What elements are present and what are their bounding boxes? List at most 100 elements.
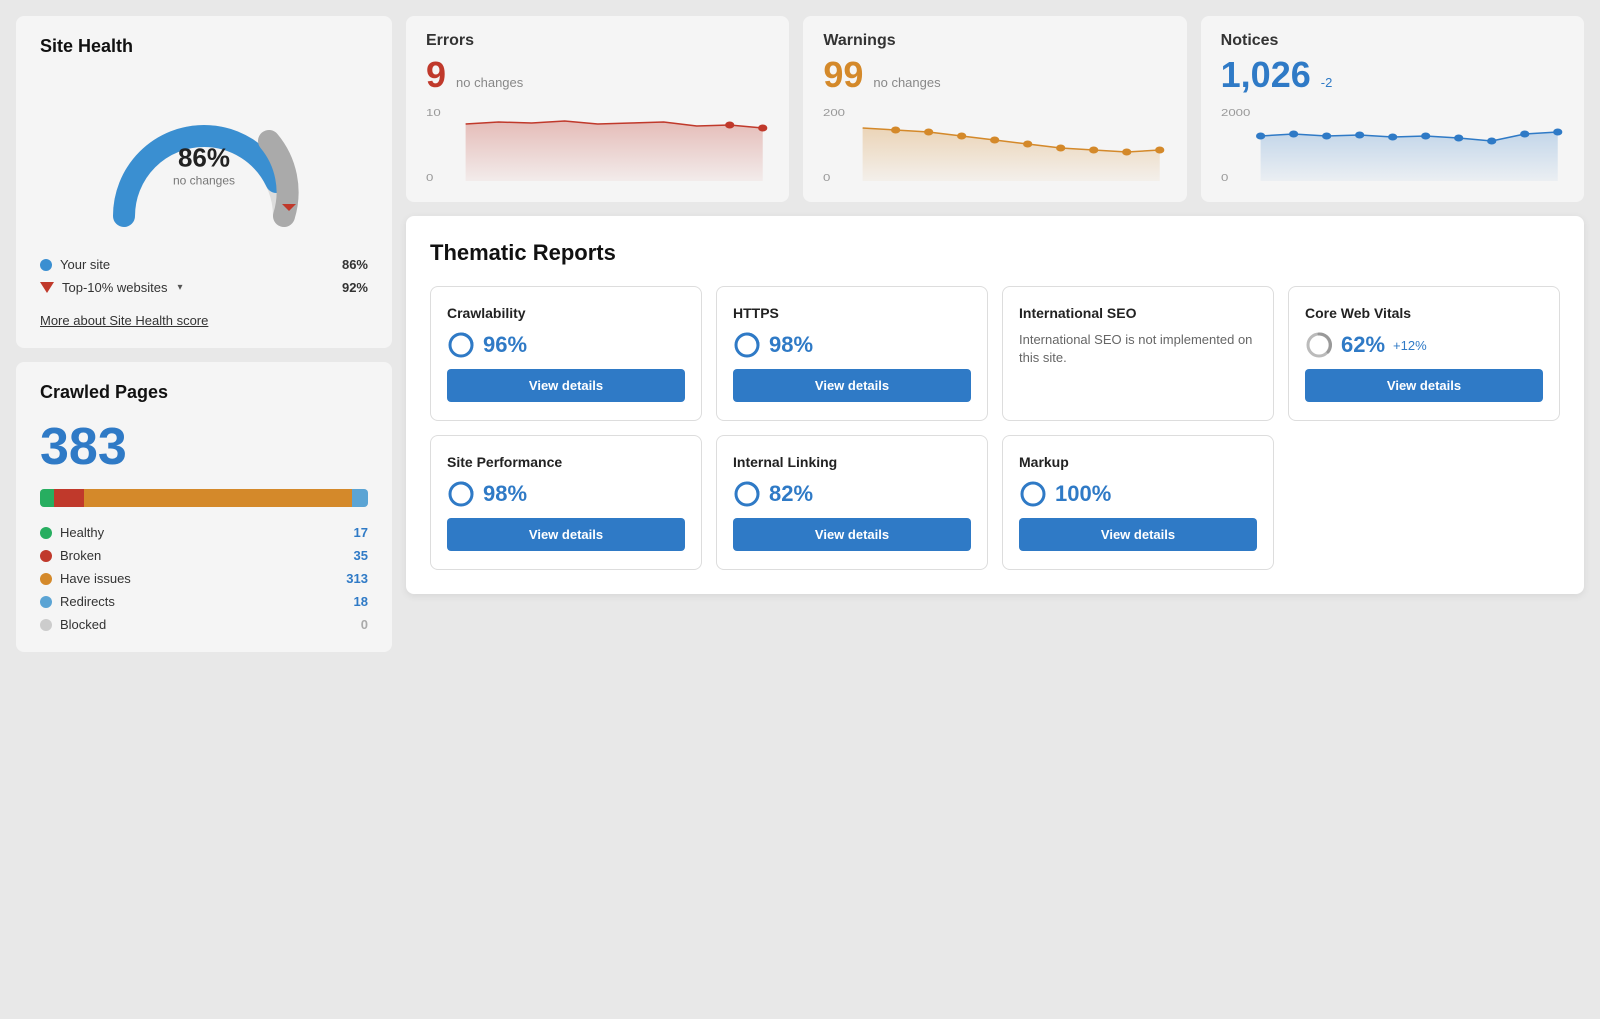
site-health-title: Site Health (40, 36, 368, 57)
svg-text:0: 0 (823, 172, 831, 183)
errors-label: Errors (426, 32, 769, 50)
notices-chart-svg: 2000 0 (1221, 106, 1564, 186)
notices-label: Notices (1221, 32, 1564, 50)
reports-row2: Site Performance 98% View details Intern… (430, 435, 1560, 570)
warnings-change: no changes (873, 75, 940, 90)
broken-segment (54, 489, 84, 507)
warnings-value-row: 99 no changes (823, 54, 1166, 96)
crawlability-score: 96% (483, 332, 527, 358)
markup-score: 100% (1055, 481, 1111, 507)
intl-seo-name: International SEO (1019, 305, 1257, 321)
svg-text:0: 0 (1221, 172, 1229, 183)
issues-count: 313 (346, 571, 368, 586)
cwv-score: 62% (1341, 332, 1385, 358)
errors-value-row: 9 no changes (426, 54, 769, 96)
crawled-pages-total: 383 (40, 417, 368, 477)
cwv-name: Core Web Vitals (1305, 305, 1543, 321)
gauge-subtitle: no changes (173, 174, 235, 188)
notices-value-row: 1,026 -2 (1221, 54, 1564, 96)
your-site-dot (40, 259, 52, 271)
your-site-value: 86% (342, 257, 368, 272)
crawlability-name: Crawlability (447, 305, 685, 321)
https-score: 98% (769, 332, 813, 358)
issues-segment (84, 489, 352, 507)
top10-triangle-icon (40, 282, 54, 293)
your-site-legend: Your site 86% (40, 257, 368, 272)
https-score-row: 98% (733, 331, 971, 359)
svg-text:0: 0 (426, 172, 434, 183)
report-https: HTTPS 98% View details (716, 286, 988, 421)
blocked-label: Blocked (60, 617, 106, 632)
https-view-details-button[interactable]: View details (733, 369, 971, 402)
report-crawlability: Crawlability 96% View details (430, 286, 702, 421)
errors-card: Errors 9 no changes 10 0 (406, 16, 789, 202)
errors-chart: 10 0 (426, 106, 769, 186)
warnings-value: 99 (823, 54, 863, 96)
warnings-card: Warnings 99 no changes 200 0 (803, 16, 1186, 202)
broken-count: 35 (354, 548, 368, 563)
https-circle-icon (733, 331, 761, 359)
cwv-change: +12% (1393, 338, 1427, 353)
site-health-card: Site Health 86% no changes (16, 16, 392, 348)
cwv-circle-icon (1305, 331, 1333, 359)
thematic-reports-title: Thematic Reports (430, 240, 1560, 266)
gauge-center: 86% no changes (173, 143, 235, 188)
healthy-count: 17 (354, 525, 368, 540)
int-link-circle-icon (733, 480, 761, 508)
healthy-segment (40, 489, 54, 507)
markup-view-details-button[interactable]: View details (1019, 518, 1257, 551)
report-internal-linking: Internal Linking 82% View details (716, 435, 988, 570)
crawlability-score-row: 96% (447, 331, 685, 359)
healthy-label: Healthy (60, 525, 104, 540)
gauge-percent: 86% (173, 143, 235, 174)
redirects-segment (352, 489, 367, 507)
legend-healthy: Healthy 17 (40, 525, 368, 540)
report-international-seo: International SEO International SEO is n… (1002, 286, 1274, 421)
blocked-dot (40, 619, 52, 631)
top10-legend[interactable]: Top-10% websites ▾ 92% (40, 280, 368, 295)
site-perf-view-details-button[interactable]: View details (447, 518, 685, 551)
crawlability-view-details-button[interactable]: View details (447, 369, 685, 402)
broken-label: Broken (60, 548, 101, 563)
https-name: HTTPS (733, 305, 971, 321)
notices-card: Notices 1,026 -2 2000 0 (1201, 16, 1584, 202)
int-link-score: 82% (769, 481, 813, 507)
top10-label: Top-10% websites (62, 280, 168, 295)
markup-score-row: 100% (1019, 480, 1257, 508)
redirects-dot (40, 596, 52, 608)
more-about-score-link[interactable]: More about Site Health score (40, 313, 208, 328)
errors-chart-svg: 10 0 (426, 106, 769, 186)
int-link-view-details-button[interactable]: View details (733, 518, 971, 551)
cwv-view-details-button[interactable]: View details (1305, 369, 1543, 402)
redirects-label: Redirects (60, 594, 115, 609)
notices-value: 1,026 (1221, 54, 1311, 96)
svg-text:200: 200 (823, 107, 846, 118)
svg-text:10: 10 (426, 107, 441, 118)
legend-redirects: Redirects 18 (40, 594, 368, 609)
pages-legend: Healthy 17 Broken 35 Have issues (40, 525, 368, 632)
chevron-down-icon: ▾ (178, 282, 183, 293)
legend-issues: Have issues 313 (40, 571, 368, 586)
notices-chart: 2000 0 (1221, 106, 1564, 186)
report-site-performance: Site Performance 98% View details (430, 435, 702, 570)
crawlability-circle-icon (447, 331, 475, 359)
crawled-pages-card: Crawled Pages 383 Healthy 17 (16, 362, 392, 652)
notices-change: -2 (1321, 75, 1333, 90)
legend-broken: Broken 35 (40, 548, 368, 563)
gauge-container: 86% no changes (40, 71, 368, 241)
report-core-web-vitals: Core Web Vitals 62% +12% View details (1288, 286, 1560, 421)
site-perf-score-row: 98% (447, 480, 685, 508)
broken-dot (40, 550, 52, 562)
legend-blocked: Blocked 0 (40, 617, 368, 632)
warnings-chart-svg: 200 0 (823, 106, 1166, 186)
pages-progress-bar (40, 489, 368, 507)
warnings-label: Warnings (823, 32, 1166, 50)
issues-dot (40, 573, 52, 585)
site-perf-circle-icon (447, 480, 475, 508)
intl-seo-note: International SEO is not implemented on … (1019, 331, 1257, 367)
markup-name: Markup (1019, 454, 1257, 470)
errors-value: 9 (426, 54, 446, 96)
cwv-score-row: 62% +12% (1305, 331, 1543, 359)
warnings-chart: 200 0 (823, 106, 1166, 186)
markup-circle-icon (1019, 480, 1047, 508)
